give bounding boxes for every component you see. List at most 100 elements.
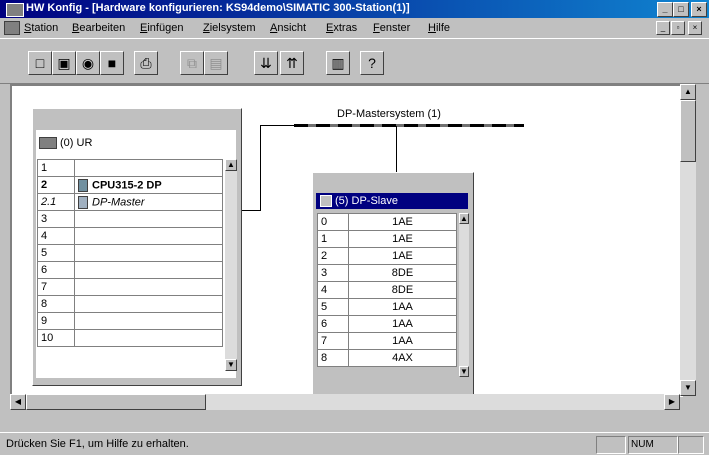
ur-slot-table: 1 2 CPU315-2 DP 2.1 DP-Master 3 4 5 6 7 8 …	[37, 159, 223, 347]
status-panel-grip	[678, 436, 704, 454]
slot-number: 1	[37, 159, 75, 177]
menu-einfuegen[interactable]: Einfügen	[140, 22, 183, 34]
close-button[interactable]: ×	[691, 2, 707, 17]
horizontal-scrollbar[interactable]: ◀ ▶	[10, 394, 680, 410]
dp-bus-line[interactable]	[294, 124, 524, 127]
new-icon[interactable]: □	[28, 51, 52, 75]
scroll-thumb[interactable]	[26, 394, 206, 410]
slot-module	[74, 329, 223, 347]
save-icon[interactable]: ■	[100, 51, 124, 75]
slot-module	[74, 227, 223, 245]
table-row[interactable]: 10	[37, 329, 223, 347]
scroll-thumb[interactable]	[680, 100, 696, 162]
help-icon[interactable]: ?	[360, 51, 384, 75]
table-row[interactable]: 6	[37, 261, 223, 279]
maximize-button[interactable]: □	[673, 2, 689, 17]
slot-module	[74, 261, 223, 279]
print-icon[interactable]: ⎙	[134, 51, 158, 75]
table-row[interactable]: 2.1 DP-Master	[37, 193, 223, 211]
mdi-close-button[interactable]: ×	[688, 21, 702, 35]
menu-station[interactable]: Station	[24, 22, 58, 34]
slot-number: 8	[317, 349, 349, 367]
table-row[interactable]: 2 1AE	[317, 247, 457, 265]
scroll-right-button[interactable]: ▶	[664, 394, 680, 410]
table-row[interactable]: 9	[37, 312, 223, 330]
table-row[interactable]: 1	[37, 159, 223, 177]
copy-icon[interactable]: ⧉	[180, 51, 204, 75]
slot-module: DP-Master	[92, 195, 145, 208]
slot-number: 7	[37, 278, 75, 296]
scroll-down-button[interactable]: ▼	[680, 380, 696, 396]
slot-module	[74, 295, 223, 313]
slot-module: 8DE	[348, 264, 457, 282]
table-row[interactable]: 7	[37, 278, 223, 296]
table-row[interactable]: 0 1AE	[317, 213, 457, 231]
menu-bearbeiten[interactable]: Bearbeiten	[72, 22, 125, 34]
slot-module	[74, 210, 223, 228]
table-row[interactable]: 4 8DE	[317, 281, 457, 299]
slot-number: 5	[37, 244, 75, 262]
download-icon[interactable]: ⇊	[254, 51, 278, 75]
network-icon[interactable]: ◉	[76, 51, 100, 75]
ur-rack-scrollbar[interactable]: ▲ ▼	[225, 159, 237, 371]
catalog-icon[interactable]: ▥	[326, 51, 350, 75]
menu-extras[interactable]: Extras	[326, 22, 357, 34]
open-icon[interactable]: ▣	[52, 51, 76, 75]
app-icon[interactable]	[6, 3, 24, 17]
menu-hilfe[interactable]: Hilfe	[428, 22, 450, 34]
table-row[interactable]: 6 1AA	[317, 315, 457, 333]
dp-slave-window[interactable]: (5) DP-Slave 0 1AE 1 1AE 2 1AE 3 8DE 4 8DE 51…	[312, 172, 474, 396]
status-text: Drücken Sie F1, um Hilfe zu erhalten.	[6, 438, 189, 450]
vertical-scrollbar[interactable]: ▲ ▼	[680, 84, 696, 396]
scroll-left-button[interactable]: ◀	[10, 394, 26, 410]
bus-connector-v	[260, 125, 261, 211]
slot-module	[74, 312, 223, 330]
mdi-restore-button[interactable]: ▫	[671, 21, 685, 35]
menu-ansicht[interactable]: Ansicht	[270, 22, 306, 34]
dp-slave-slot-table: 0 1AE 1 1AE 2 1AE 3 8DE 4 8DE 5 1AA 6 1AA 7 1AA …	[317, 213, 457, 367]
slot-number: 9	[37, 312, 75, 330]
scroll-up-button[interactable]: ▲	[225, 159, 237, 171]
slot-number: 1	[317, 230, 349, 248]
ur-rack-window[interactable]: (0) UR 1 2 CPU315-2 DP 2.1 DP-Master 3 4 5…	[32, 108, 242, 386]
slot-number: 3	[37, 210, 75, 228]
table-row[interactable]: 3 8DE	[317, 264, 457, 282]
status-panel-empty	[596, 436, 626, 454]
slot-module: 1AA	[348, 332, 457, 350]
upload-icon[interactable]: ⇈	[280, 51, 304, 75]
table-row[interactable]: 5 1AA	[317, 298, 457, 316]
slot-number: 6	[317, 315, 349, 333]
scroll-up-button[interactable]: ▲	[680, 84, 696, 100]
table-row[interactable]: 5	[37, 244, 223, 262]
paste-icon[interactable]: ▤	[204, 51, 228, 75]
slot-module: CPU315-2 DP	[92, 178, 162, 191]
table-row[interactable]: 8	[37, 295, 223, 313]
dp-slave-scrollbar[interactable]: ▲ ▼	[459, 213, 469, 377]
slot-number: 8	[37, 295, 75, 313]
slot-module	[74, 244, 223, 262]
num-lock-indicator: NUM	[628, 436, 678, 454]
slot-number: 7	[317, 332, 349, 350]
slot-number: 0	[317, 213, 349, 231]
scroll-down-button[interactable]: ▼	[225, 359, 237, 371]
menu-fenster[interactable]: Fenster	[373, 22, 410, 34]
table-row[interactable]: 2 CPU315-2 DP	[37, 176, 223, 194]
minimize-button[interactable]: _	[657, 2, 673, 17]
scroll-up-button[interactable]: ▲	[459, 213, 469, 224]
station-canvas[interactable]: DP-Mastersystem (1) (0) UR 1 2 CPU315-2 D…	[10, 84, 683, 397]
table-row[interactable]: 4	[37, 227, 223, 245]
slot-number: 2.1	[37, 193, 75, 211]
menu-zielsystem[interactable]: Zielsystem	[203, 22, 256, 34]
slot-number: 4	[37, 227, 75, 245]
document-icon[interactable]	[4, 21, 20, 35]
table-row[interactable]: 1 1AE	[317, 230, 457, 248]
table-row[interactable]: 7 1AA	[317, 332, 457, 350]
slot-module: 4AX	[348, 349, 457, 367]
dp-slave-title-bar[interactable]: (5) DP-Slave	[316, 193, 468, 209]
scroll-down-button[interactable]: ▼	[459, 366, 469, 377]
table-row[interactable]: 3	[37, 210, 223, 228]
mdi-minimize-button[interactable]: _	[656, 21, 670, 35]
table-row[interactable]: 8 4AX	[317, 349, 457, 367]
ur-rack-title: (0) UR	[39, 137, 92, 149]
slot-module: 1AA	[348, 315, 457, 333]
